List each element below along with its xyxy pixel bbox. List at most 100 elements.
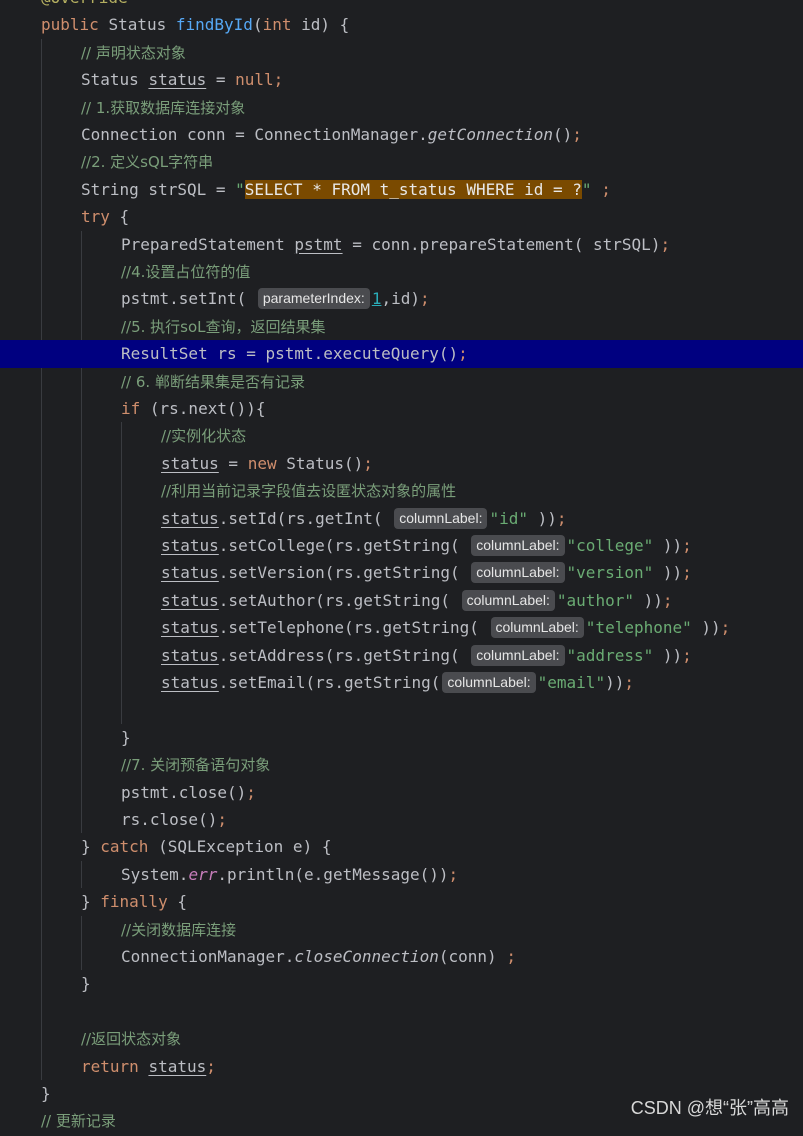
- code-line[interactable]: pstmt.setInt( parameterIndex: 1,id);: [0, 285, 803, 312]
- code-token: status: [148, 1056, 207, 1076]
- code-line[interactable]: public Status findById(int id) {: [0, 11, 803, 38]
- code-token: (SQLException e) {: [148, 837, 332, 857]
- code-line[interactable]: [0, 696, 803, 723]
- parameter-hint: columnLabel:: [471, 535, 565, 556]
- parameter-hint: columnLabel:: [394, 507, 488, 529]
- code-token: ConnectionManager.: [121, 947, 295, 966]
- code-line[interactable]: status.setVersion(rs.getString( columnLa…: [0, 559, 803, 586]
- line-content: // 声明状态对象: [81, 39, 186, 67]
- code-token: String strSQL =: [81, 179, 236, 199]
- keyword: int: [262, 15, 302, 35]
- code-line[interactable]: try {: [0, 203, 803, 230]
- line-content: //关闭数据库连接: [121, 916, 236, 944]
- code-editor[interactable]: @Override public Status findById(int id) …: [0, 0, 803, 1130]
- code-line[interactable]: status.setAddress(rs.getString( columnLa…: [0, 642, 803, 669]
- code-token: pstmt.setInt(: [121, 289, 256, 309]
- code-token: status: [161, 673, 219, 692]
- code-line[interactable]: //7. 关闭预备语句对象: [0, 751, 803, 778]
- code-token: status: [161, 563, 219, 583]
- keyword: try: [81, 207, 110, 227]
- parameter-hint: columnLabel:: [471, 644, 565, 666]
- line-content: Connection conn = ConnectionManager.getC…: [81, 121, 582, 148]
- line-content: // 1.获取数据库连接对象: [81, 94, 245, 122]
- line-content: }: [41, 1080, 51, 1107]
- code-line[interactable]: //关闭数据库连接: [0, 916, 803, 943]
- line-content: status.setCollege(rs.getString( columnLa…: [161, 532, 692, 559]
- code-line[interactable]: return status;: [0, 1053, 803, 1080]
- string-literal: "author": [556, 590, 634, 610]
- keyword: ;: [246, 782, 256, 802]
- code-comment: // 6. 郸断结果集是否有记录: [121, 372, 305, 391]
- code-token: .setCollege(rs.getString(: [218, 536, 470, 555]
- code-comment: //5. 执行soL查询，返回结果集: [121, 317, 326, 336]
- current-line[interactable]: ResultSet rs = pstmt.executeQuery();: [0, 340, 803, 368]
- code-line[interactable]: PreparedStatement pstmt = conn.prepareSt…: [0, 231, 803, 258]
- code-token: Status(): [286, 453, 364, 473]
- keyword: ;: [660, 234, 671, 254]
- code-token: Status: [108, 15, 176, 35]
- code-line[interactable]: //返回状态对象: [0, 1025, 803, 1052]
- code-line[interactable]: ConnectionManager.closeConnection(conn) …: [0, 943, 803, 970]
- code-token: }: [41, 1084, 51, 1103]
- code-line[interactable]: Status status = null;: [0, 66, 803, 93]
- code-line[interactable]: // 声明状态对象: [0, 39, 803, 66]
- code-token: (: [252, 15, 263, 35]
- code-line[interactable]: status.setCollege(rs.getString( columnLa…: [0, 532, 803, 559]
- code-token: status: [161, 590, 219, 610]
- code-token: )): [605, 673, 625, 692]
- keyword: ;: [682, 645, 692, 665]
- line-content: status.setAddress(rs.getString( columnLa…: [161, 642, 692, 669]
- code-comment: // 1.获取数据库连接对象: [81, 98, 246, 117]
- code-token: )): [528, 508, 557, 528]
- keyword: ;: [662, 590, 673, 610]
- code-line[interactable]: status = new Status();: [0, 450, 803, 477]
- code-line[interactable]: // 1.获取数据库连接对象: [0, 94, 803, 121]
- code-line[interactable]: }: [0, 724, 803, 751]
- code-line[interactable]: status.setTelephone(rs.getString( column…: [0, 614, 803, 641]
- line-content: System.err.println(e.getMessage());: [121, 861, 458, 888]
- code-line[interactable]: rs.close();: [0, 806, 803, 833]
- code-line[interactable]: } catch (SQLException e) {: [0, 833, 803, 860]
- code-line[interactable]: //实例化状态: [0, 422, 803, 449]
- code-line[interactable]: //利用当前记录字段值去设匿状态对象的属性: [0, 477, 803, 504]
- code-token: (rs.next()){: [140, 399, 266, 418]
- code-line[interactable]: String strSQL = "SELECT * FROM t_status …: [0, 176, 803, 203]
- line-content: return status;: [81, 1053, 216, 1080]
- code-line[interactable]: }: [0, 970, 803, 997]
- code-line[interactable]: //5. 执行soL查询，返回结果集: [0, 313, 803, 340]
- code-line[interactable]: status.setId(rs.getInt( columnLabel: "id"…: [0, 505, 803, 532]
- code-line[interactable]: @Override: [0, 0, 803, 11]
- keyword: ;: [206, 1056, 216, 1076]
- code-line[interactable]: } finally {: [0, 888, 803, 915]
- line-content: pstmt.setInt( parameterIndex: 1,id);: [121, 285, 430, 312]
- line-content: }: [121, 724, 131, 751]
- keyword: ;: [419, 289, 430, 309]
- line-content: //4.设置占位符的值: [121, 258, 250, 286]
- code-token: status: [161, 645, 219, 665]
- code-line[interactable]: //4.设置占位符的值: [0, 258, 803, 285]
- line-content: } catch (SQLException e) {: [81, 833, 331, 860]
- code-line[interactable]: Connection conn = ConnectionManager.getC…: [0, 121, 803, 148]
- code-line[interactable]: // 6. 郸断结果集是否有记录: [0, 368, 803, 395]
- code-comment: //4.设置占位符的值: [121, 263, 251, 281]
- code-token: .setVersion(rs.getString(: [218, 563, 470, 583]
- code-line[interactable]: if (rs.next()){: [0, 395, 803, 422]
- code-line[interactable]: pstmt.close();: [0, 779, 803, 806]
- code-line[interactable]: System.err.println(e.getMessage());: [0, 861, 803, 888]
- code-token: 1: [371, 289, 382, 309]
- code-line[interactable]: status.setAuthor(rs.getString( columnLab…: [0, 587, 803, 614]
- code-line[interactable]: status.setEmail(rs.getString(columnLabel…: [0, 669, 803, 696]
- line-content: status = new Status();: [161, 450, 373, 477]
- keyword: return: [81, 1056, 149, 1076]
- code-line[interactable]: [0, 998, 803, 1025]
- code-token: (conn): [438, 947, 507, 966]
- code-token: }: [81, 974, 91, 994]
- code-line[interactable]: //2. 定义sQL字符串: [0, 148, 803, 175]
- code-token: }: [81, 892, 101, 912]
- keyword: ;: [506, 947, 516, 966]
- code-token: .setAddress(rs.getString(: [218, 645, 470, 665]
- code-token: status: [148, 70, 207, 90]
- keyword: ;: [273, 70, 284, 90]
- line-content: status.setVersion(rs.getString( columnLa…: [161, 559, 692, 586]
- string-literal: "version": [566, 563, 654, 583]
